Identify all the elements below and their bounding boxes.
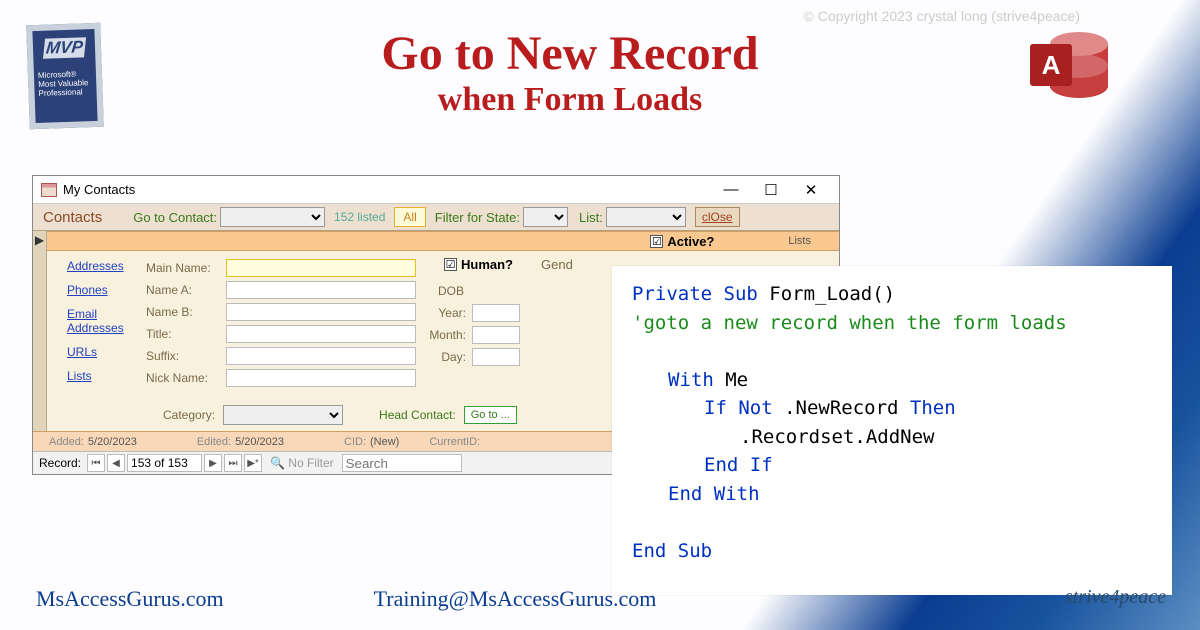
cid-value: (New) [370,436,399,448]
main-name-input[interactable] [226,259,416,277]
name-b-label: Name B: [146,305,226,319]
nav-position[interactable]: 153 of 153 [127,454,202,472]
title-label: Title: [146,327,226,341]
gender-label: Gend [541,257,573,272]
title-line2: when Form Loads [195,81,945,119]
code-kw: End With [668,483,760,505]
form-icon [41,183,57,197]
nav-prev-button[interactable]: ◀ [107,454,125,472]
name-fields: Main Name: Name A: Name B: Title: Suffix… [142,251,420,401]
vba-code: Private Sub Form_Load() 'goto a new reco… [612,266,1172,595]
code-kw: With [668,369,714,391]
human-checkbox[interactable]: ☑ [444,258,457,271]
page-title: Go to New Record when Form Loads [195,26,945,119]
name-a-input[interactable] [226,281,416,299]
nav-next-button[interactable]: ▶ [204,454,222,472]
email-addresses-link[interactable]: Email Addresses [67,307,138,335]
list-label: List: [579,210,603,225]
filter-state-select[interactable] [523,207,568,227]
code-text: .NewRecord [773,397,910,419]
tag: strive4peace [1065,586,1166,612]
name-a-label: Name A: [146,283,226,297]
suffix-label: Suffix: [146,349,226,363]
day-label: Day: [424,350,472,364]
goto-contact-label: Go to Contact: [133,210,217,225]
year-label: Year: [424,306,472,320]
nav-new-button[interactable]: ▶* [244,454,262,472]
code-text: Form_Load() [758,283,895,305]
addresses-link[interactable]: Addresses [67,259,138,273]
goto-button[interactable]: Go to ... [464,406,517,424]
code-kw: Then [910,397,956,419]
dob-group: DOB Year: Month: Day: [424,280,573,368]
category-label: Category: [163,408,215,422]
lists-label: Lists [788,235,811,247]
code-kw: Private Sub [632,283,758,305]
header-strip: ☑ Active? Lists [47,231,839,251]
phones-link[interactable]: Phones [67,283,138,297]
record-selector[interactable]: ▶ [33,231,47,431]
nav-search-input[interactable] [342,454,462,472]
window-titlebar: My Contacts — ☐ ✕ [33,176,839,204]
close-button[interactable]: clOse [695,207,740,227]
lists-link[interactable]: Lists [67,369,138,383]
page-footer: MsAccessGurus.com Training@MsAccessGurus… [36,586,1166,612]
currentid-label: CurrentID: [429,436,480,448]
mid-column: ☑ Human? Gend DOB Year: Month: Day: [420,251,577,401]
code-text: Me [714,369,748,391]
nick-name-label: Nick Name: [146,371,226,385]
code-kw: End Sub [632,540,712,562]
urls-link[interactable]: URLs [67,345,138,359]
mvp-badge: MVP Microsoft® Most Valuable Professiona… [26,23,104,130]
toolbar: Contacts Go to Contact: 152 listed All F… [33,204,839,231]
site-url[interactable]: MsAccessGurus.com [36,586,224,612]
all-button[interactable]: All [394,207,425,227]
filter-state-label: Filter for State: [435,210,520,225]
nick-name-input[interactable] [226,369,416,387]
code-comment: 'goto a new record when the form loads [632,312,1067,334]
nav-first-button[interactable]: ⏮ [87,454,105,472]
day-input[interactable] [472,348,520,366]
window-title: My Contacts [63,182,711,197]
close-window-button[interactable]: ✕ [791,181,831,199]
added-label: Added: [49,436,84,448]
code-kw: End If [704,454,773,476]
edited-label: Edited: [197,436,231,448]
minimize-button[interactable]: — [711,181,751,198]
listed-count: 152 listed [334,210,385,224]
active-label: Active? [667,234,714,249]
mvp-subtext: Microsoft® Most Valuable Professional [34,70,97,99]
cid-label: CID: [344,436,366,448]
nav-last-button[interactable]: ⏭ [224,454,242,472]
ms-access-icon: A [1030,28,1108,106]
record-label: Record: [39,456,81,470]
human-label: Human? [461,257,513,272]
email-address[interactable]: Training@MsAccessGurus.com [374,586,657,612]
name-b-input[interactable] [226,303,416,321]
copyright-text: © Copyright 2023 crystal long (strive4pe… [804,8,1080,24]
active-checkbox[interactable]: ☑ [650,235,663,248]
month-input[interactable] [472,326,520,344]
title-line1: Go to New Record [195,26,945,81]
access-letter: A [1030,44,1072,86]
edited-value: 5/20/2023 [235,436,284,448]
main-name-label: Main Name: [146,261,226,275]
dob-label: DOB [424,284,484,298]
head-contact-label: Head Contact: [379,408,456,422]
category-select[interactable] [223,405,343,425]
no-filter-label[interactable]: 🔍 No Filter [270,456,334,470]
month-label: Month: [424,328,472,342]
suffix-input[interactable] [226,347,416,365]
title-input[interactable] [226,325,416,343]
mvp-label: MVP [43,37,86,59]
maximize-button[interactable]: ☐ [751,181,791,199]
code-kw: If Not [704,397,773,419]
contacts-label: Contacts [43,209,102,226]
goto-contact-select[interactable] [220,207,325,227]
list-select[interactable] [606,207,686,227]
year-input[interactable] [472,304,520,322]
added-value: 5/20/2023 [88,436,137,448]
code-text: .Recordset.AddNew [740,426,934,448]
nav-links: Addresses Phones Email Addresses URLs Li… [47,251,142,401]
